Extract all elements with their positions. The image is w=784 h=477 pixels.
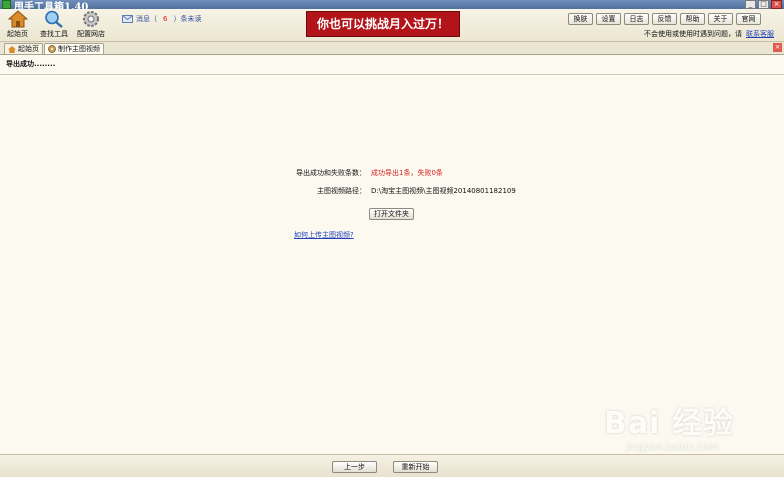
help-button[interactable]: 帮助	[680, 13, 705, 25]
window-controls: _ □ ×	[745, 0, 782, 9]
website-button[interactable]: 官网	[736, 13, 761, 25]
gear-icon	[83, 11, 99, 27]
magnifier-icon	[45, 10, 63, 28]
feedback-button[interactable]: 反馈	[652, 13, 677, 25]
house-icon	[7, 10, 28, 28]
top-button-group: 换肤 设置 日志 反馈 帮助 关于 官网	[568, 13, 761, 25]
about-button[interactable]: 关于	[708, 13, 733, 25]
main-toolbar: 起始页 查找工具 配置网店 消息（ 6 ）条未读 你也可以挑战月入过万！ 换肤 设置…	[0, 9, 784, 42]
promo-banner[interactable]: 你也可以挑战月入过万！	[306, 11, 460, 37]
support-line: 不会使用或使用时遇到问题，请 联系客服	[644, 29, 774, 39]
toolbar-config-shop-label: 配置网店	[77, 30, 105, 38]
path-label: 主图视频路径：	[317, 187, 366, 195]
notice-count: 6	[163, 15, 168, 23]
previous-step-button[interactable]: 上一步	[332, 461, 377, 473]
result-label: 导出成功和失败条数：	[296, 169, 366, 177]
tab-home-label: 起始页	[18, 45, 39, 53]
toolbar-config-shop-button[interactable]: 配置网店	[77, 10, 105, 39]
toolbar-find-tools-button[interactable]: 查找工具	[40, 10, 68, 39]
path-value: D:\淘宝主图视频\主图视频20140801182109	[371, 187, 516, 195]
minimize-button[interactable]: _	[745, 0, 756, 9]
notice-suffix: ）条未读	[173, 15, 202, 23]
tab-make-video[interactable]: 制作主图视频	[44, 43, 104, 54]
skin-button[interactable]: 换肤	[568, 13, 593, 25]
watermark-sub: jingyan.baidu.com	[626, 442, 719, 453]
app-icon	[2, 0, 11, 9]
toolbar-home-button[interactable]: 起始页	[7, 10, 28, 39]
envelope-icon	[122, 15, 133, 23]
house-icon	[8, 45, 16, 53]
status-message: 导出成功........	[6, 60, 56, 68]
contact-support-link[interactable]: 联系客服	[746, 30, 774, 38]
tab-home[interactable]: 起始页	[4, 43, 43, 54]
open-folder-button[interactable]: 打开文件夹	[369, 208, 414, 220]
notice-prefix: 消息（	[136, 15, 157, 23]
close-tab-button[interactable]: ×	[773, 43, 782, 52]
result-value: 成功导出1条，失败0条	[371, 169, 443, 177]
tab-bar: 起始页 制作主图视频 ×	[0, 42, 784, 55]
support-text: 不会使用或使用时遇到问题，请	[644, 30, 742, 38]
film-icon	[48, 45, 56, 53]
restart-button[interactable]: 重新开始	[393, 461, 438, 473]
watermark-text: Bai 经验	[604, 406, 734, 441]
footer-bar: 上一步 重新开始	[0, 454, 784, 477]
message-notice[interactable]: 消息（ 6 ）条未读	[122, 14, 201, 24]
log-button[interactable]: 日志	[624, 13, 649, 25]
close-window-button[interactable]: ×	[771, 0, 782, 9]
title-bar: 甩手工具箱1.40 _ □ ×	[0, 0, 784, 13]
baidu-watermark: Bai 经验 jingyan.baidu.com	[604, 392, 754, 460]
toolbar-home-label: 起始页	[7, 30, 28, 38]
toolbar-find-tools-label: 查找工具	[40, 30, 68, 38]
maximize-button[interactable]: □	[758, 0, 769, 9]
settings-button[interactable]: 设置	[596, 13, 621, 25]
tab-make-video-label: 制作主图视频	[58, 45, 100, 53]
content-divider	[0, 74, 784, 75]
upload-help-link[interactable]: 如何上传主图视频?	[294, 230, 354, 240]
